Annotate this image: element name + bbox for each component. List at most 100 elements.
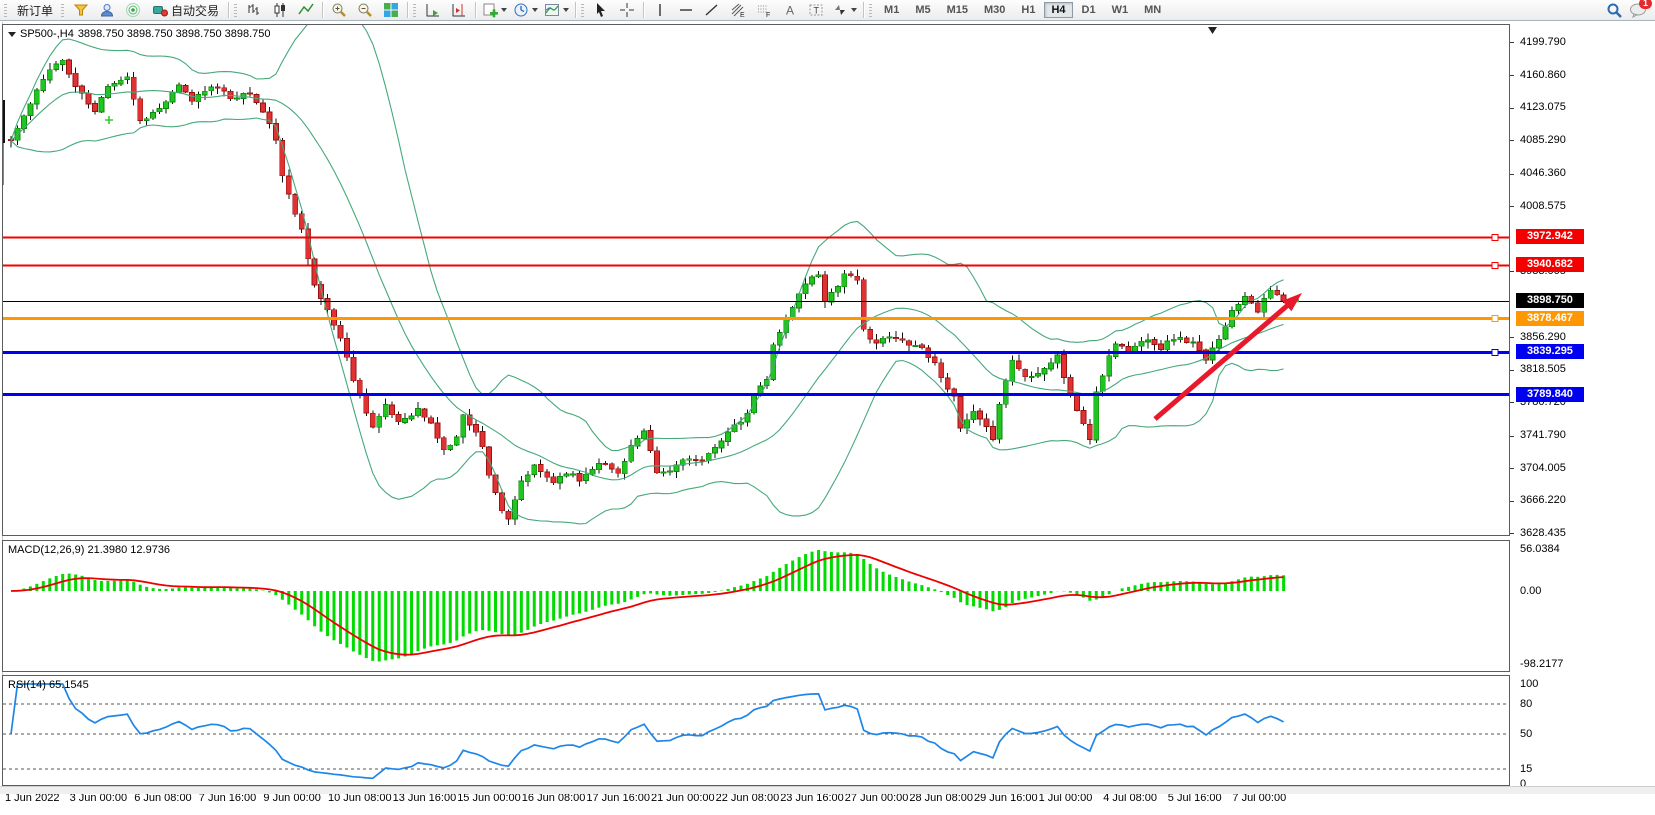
candle-body — [810, 277, 815, 284]
clipped-candle — [3, 100, 5, 143]
price-tick-label: 3628.435 — [1520, 527, 1566, 539]
toolbar-grip — [4, 4, 7, 17]
community-person-icon[interactable] — [94, 0, 120, 20]
price-tick-label: 4123.075 — [1520, 101, 1566, 113]
candle-body — [577, 473, 582, 481]
line-handle[interactable] — [1492, 316, 1498, 322]
chevron-down-icon[interactable] — [851, 8, 857, 12]
price-tick-label: 3818.505 — [1520, 363, 1566, 375]
candle-body — [1094, 392, 1099, 440]
funnel-icon[interactable] — [68, 0, 94, 20]
bollinger-lower[interactable] — [11, 118, 1284, 524]
chart-title: SP500-,H4 3898.750 3898.750 3898.750 389… — [8, 28, 271, 40]
candle-body — [835, 286, 840, 292]
main-chart-pane[interactable]: SP500-,H4 3898.750 3898.750 3898.750 389… — [2, 24, 1510, 536]
period-button[interactable] — [510, 0, 541, 20]
candle-body — [364, 394, 369, 413]
candle-body — [558, 477, 563, 483]
macd-pane[interactable]: MACD(12,26,9) 21.3980 12.9736 — [2, 540, 1510, 672]
candle-body — [1275, 290, 1280, 294]
price-tick-label: 4046.360 — [1520, 167, 1566, 179]
price-tick-label: 3704.005 — [1520, 462, 1566, 474]
line-handle[interactable] — [1492, 263, 1498, 269]
candle-body — [609, 464, 614, 469]
candle-body — [596, 463, 601, 469]
new-order-button[interactable]: 新订单 — [11, 0, 59, 20]
template-button[interactable] — [541, 0, 572, 20]
line-chart-button[interactable] — [293, 0, 319, 20]
bar-chart-button[interactable] — [241, 0, 267, 20]
candle-body — [474, 425, 479, 433]
tab-timeframe-w1[interactable]: W1 — [1105, 2, 1136, 18]
horizontal-line-button[interactable] — [673, 0, 699, 20]
chart-shift-marker[interactable] — [1208, 27, 1217, 34]
tab-timeframe-m30[interactable]: M30 — [977, 2, 1012, 18]
notifications-button[interactable]: 1 — [1629, 2, 1647, 18]
candle-body — [157, 108, 162, 111]
autotrading-button[interactable]: 自动交易 — [146, 0, 225, 20]
mt4-application: 新订单 自动交易 — [0, 0, 1655, 815]
candle-body — [170, 92, 175, 102]
zoom-out-button[interactable] — [352, 0, 378, 20]
candle-body — [1268, 290, 1273, 298]
signals-icon[interactable] — [120, 0, 146, 20]
price-line-label: 3898.750 — [1516, 293, 1584, 308]
text-button[interactable]: A — [777, 0, 803, 20]
tab-timeframe-m5[interactable]: M5 — [908, 2, 937, 18]
candlestick-chart[interactable] — [3, 25, 1509, 535]
candlestick-chart-button[interactable] — [267, 0, 293, 20]
candle-body — [719, 441, 724, 448]
candle-body — [887, 337, 892, 338]
macd-chart[interactable] — [3, 541, 1509, 671]
price-tick-label: 4008.575 — [1520, 200, 1566, 212]
candle-body — [377, 416, 382, 427]
chevron-down-icon[interactable] — [563, 8, 569, 12]
candle-body — [971, 411, 976, 419]
cursor-button[interactable] — [588, 0, 614, 20]
rsi-pane[interactable]: RSI(14) 65.1545 — [2, 675, 1510, 786]
tab-timeframe-mn[interactable]: MN — [1137, 2, 1168, 18]
candle-body — [842, 274, 847, 287]
candle-body — [1158, 344, 1163, 350]
chevron-down-icon[interactable] — [532, 8, 538, 12]
line-handle[interactable] — [1492, 350, 1498, 356]
tile-windows-button[interactable] — [378, 0, 404, 20]
tab-timeframe-h1[interactable]: H1 — [1014, 2, 1042, 18]
candle-body — [125, 77, 130, 80]
candle-body — [906, 341, 911, 345]
candle-body — [667, 471, 672, 472]
trendline-button[interactable] — [699, 0, 725, 20]
plus-marker — [105, 116, 113, 124]
candle-body — [984, 419, 989, 427]
tab-timeframe-d1[interactable]: D1 — [1075, 2, 1103, 18]
candle-body — [183, 85, 188, 92]
fibonacci-fan-button[interactable]: F — [751, 0, 777, 20]
tab-timeframe-h4[interactable]: H4 — [1044, 2, 1072, 18]
zoom-in-button[interactable] — [326, 0, 352, 20]
rsi-chart[interactable] — [3, 676, 1509, 785]
candle-body — [978, 411, 983, 419]
candle-body — [738, 422, 743, 424]
chart-shift-button[interactable] — [446, 0, 472, 20]
candle-body — [293, 194, 298, 214]
search-icon[interactable] — [1601, 0, 1627, 20]
candle-body — [700, 460, 705, 461]
chevron-down-icon[interactable] — [501, 8, 507, 12]
text-label-button[interactable]: T — [803, 0, 829, 20]
vertical-line-button[interactable] — [647, 0, 673, 20]
chart-dropdown-icon[interactable] — [8, 32, 16, 37]
rsi-axis-label: 80 — [1520, 698, 1532, 710]
new-chart-button[interactable] — [479, 0, 510, 20]
rsi-axis-label: 100 — [1520, 678, 1538, 690]
candle-body — [415, 408, 420, 415]
tab-timeframe-m15[interactable]: M15 — [940, 2, 975, 18]
fibonacci-button[interactable]: E — [725, 0, 751, 20]
auto-scroll-button[interactable] — [420, 0, 446, 20]
arrows-button[interactable] — [829, 0, 860, 20]
candle-body — [435, 423, 440, 438]
tab-timeframe-m1[interactable]: M1 — [877, 2, 906, 18]
candle-body — [1223, 327, 1228, 339]
line-handle[interactable] — [1492, 235, 1498, 241]
crosshair-button[interactable] — [614, 0, 640, 20]
bollinger-middle[interactable] — [11, 91, 1284, 480]
